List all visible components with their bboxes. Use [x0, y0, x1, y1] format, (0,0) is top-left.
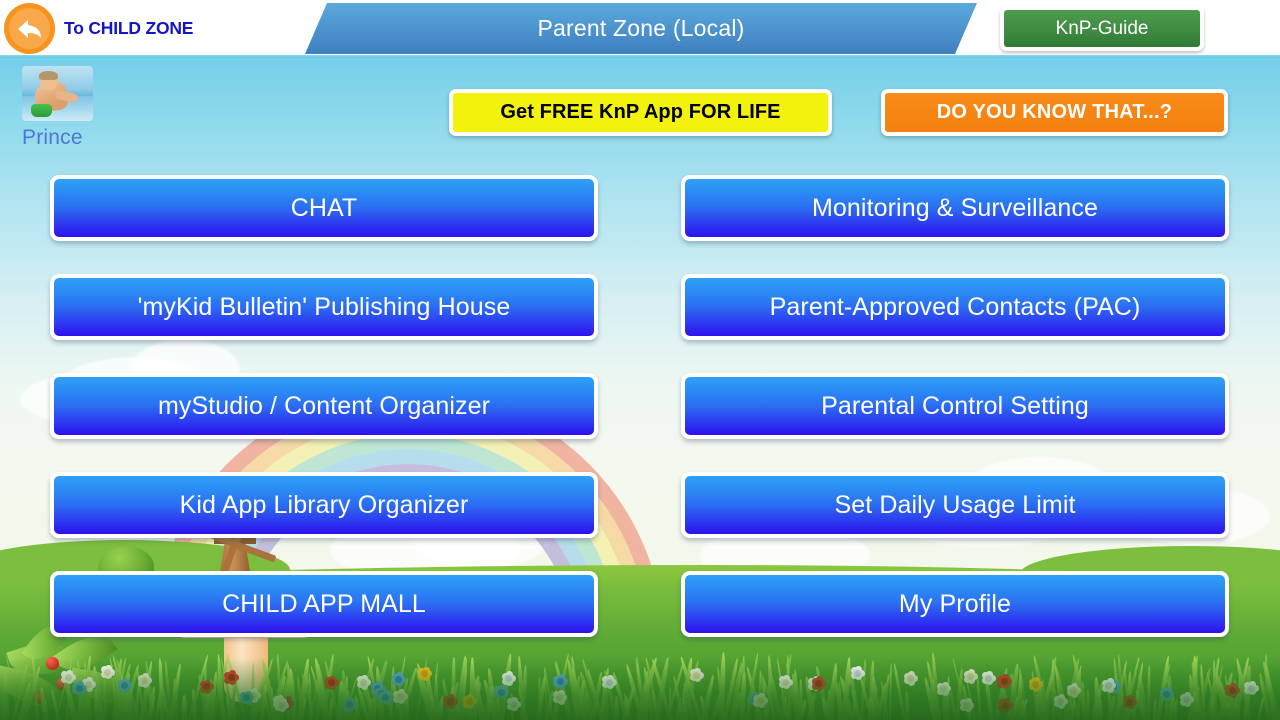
- back-to-child-zone-button[interactable]: To CHILD ZONE: [4, 3, 193, 54]
- zone-title-banner: Parent Zone (Local): [305, 3, 977, 54]
- menu-item-label: Monitoring & Surveillance: [812, 193, 1098, 222]
- avatar[interactable]: [22, 66, 93, 121]
- knp-guide-button[interactable]: KnP-Guide: [1000, 6, 1204, 51]
- parent-zone-screen: To CHILD ZONE Parent Zone (Local) KnP-Gu…: [0, 0, 1280, 720]
- menu-item-label: Kid App Library Organizer: [179, 490, 469, 519]
- top-bar: To CHILD ZONE Parent Zone (Local) KnP-Gu…: [0, 0, 1280, 57]
- menu-item-label: Set Daily Usage Limit: [834, 490, 1076, 519]
- menu-item-mystudio-content-organizer[interactable]: myStudio / Content Organizer: [50, 373, 598, 439]
- menu-item-label: myStudio / Content Organizer: [157, 391, 491, 420]
- get-free-knp-app-button[interactable]: Get FREE KnP App FOR LIFE: [449, 89, 832, 136]
- back-arrow-icon[interactable]: [4, 3, 55, 54]
- topbar-underline: [0, 55, 1280, 58]
- menu-item-chat[interactable]: CHAT: [50, 175, 598, 241]
- menu-item-monitoring-surveillance[interactable]: Monitoring & Surveillance: [681, 175, 1229, 241]
- menu-item-mykid-bulletin-publishing-house[interactable]: 'myKid Bulletin' Publishing House: [50, 274, 598, 340]
- menu-column-left: CHAT 'myKid Bulletin' Publishing House m…: [50, 175, 598, 637]
- menu-item-my-profile[interactable]: My Profile: [681, 571, 1229, 637]
- profile-name: Prince: [22, 126, 83, 149]
- menu-item-label: My Profile: [898, 589, 1012, 618]
- do-you-know-that-button[interactable]: DO YOU KNOW THAT...?: [881, 89, 1228, 136]
- menu-column-right: Monitoring & Surveillance Parent-Approve…: [681, 175, 1229, 637]
- do-you-know-that-label: DO YOU KNOW THAT...?: [936, 101, 1173, 123]
- ground-shadow: [0, 658, 1280, 720]
- menu-item-label: 'myKid Bulletin' Publishing House: [137, 292, 511, 321]
- menu-item-label: CHAT: [290, 193, 358, 222]
- knp-guide-label: KnP-Guide: [1055, 17, 1149, 39]
- menu-item-parental-control-setting[interactable]: Parental Control Setting: [681, 373, 1229, 439]
- menu-item-label: Parent-Approved Contacts (PAC): [769, 292, 1141, 321]
- page-title: Parent Zone (Local): [537, 15, 745, 41]
- profile-block[interactable]: Prince: [22, 66, 132, 150]
- menu-item-label: Parental Control Setting: [821, 391, 1089, 420]
- menu-item-kid-app-library-organizer[interactable]: Kid App Library Organizer: [50, 472, 598, 538]
- get-free-knp-app-label: Get FREE KnP App FOR LIFE: [500, 101, 781, 123]
- menu-item-child-app-mall[interactable]: CHILD APP MALL: [50, 571, 598, 637]
- menu-item-label: CHILD APP MALL: [222, 589, 426, 618]
- back-button-label: To CHILD ZONE: [64, 18, 194, 38]
- menu-item-parent-approved-contacts[interactable]: Parent-Approved Contacts (PAC): [681, 274, 1229, 340]
- menu-item-set-daily-usage-limit[interactable]: Set Daily Usage Limit: [681, 472, 1229, 538]
